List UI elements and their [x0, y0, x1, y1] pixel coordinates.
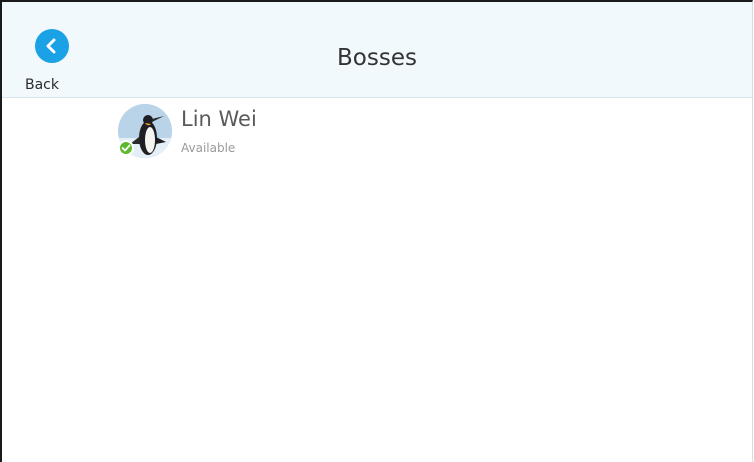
available-check-icon [118, 140, 134, 156]
header-bar: Back Bosses [2, 2, 752, 98]
page-title: Bosses [337, 45, 417, 71]
contact-status: Available [181, 141, 236, 155]
contact-list-item[interactable]: Lin Wei Available [118, 104, 418, 164]
contact-name: Lin Wei [181, 107, 257, 131]
screen: Back Bosses Lin Wei Available [0, 0, 753, 462]
back-label: Back [25, 77, 59, 93]
